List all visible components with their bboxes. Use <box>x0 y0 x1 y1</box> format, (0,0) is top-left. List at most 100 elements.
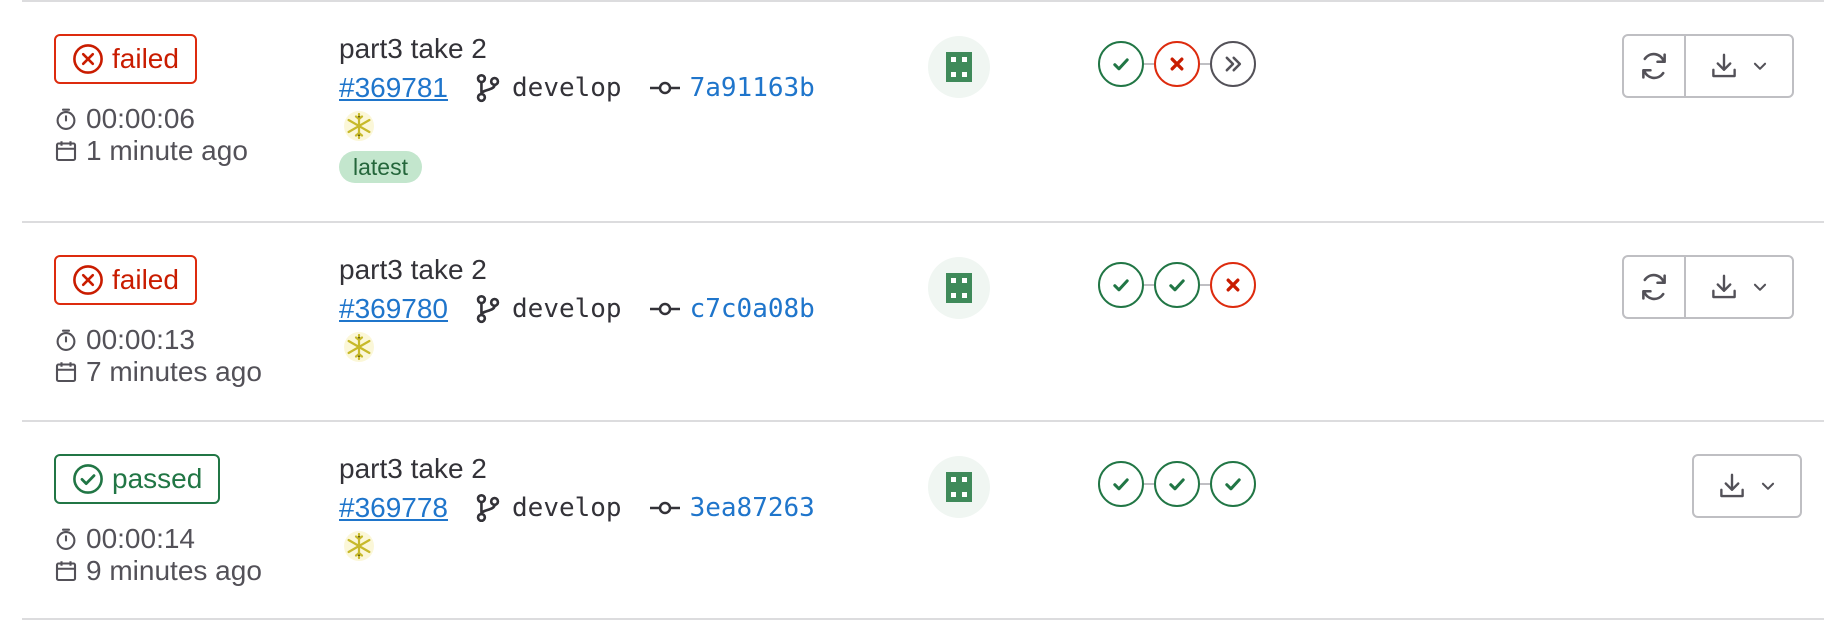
duration-value: 00:00:13 <box>86 324 195 355</box>
retry-button[interactable] <box>1622 255 1686 319</box>
retry-icon <box>1642 273 1666 301</box>
commit-title[interactable]: part3 take 2 <box>339 254 487 286</box>
avatar[interactable] <box>928 456 990 518</box>
row-actions <box>1622 255 1794 319</box>
check-icon <box>1169 478 1185 491</box>
stage-success[interactable] <box>1098 262 1144 308</box>
commit-sha-link[interactable]: 7a91163b <box>690 73 815 103</box>
status-badge[interactable]: failed <box>54 34 197 84</box>
pipeline-row: passed 00:00:14 9 minutes ago part3 take… <box>0 420 1836 620</box>
status-label: passed <box>112 463 203 494</box>
status-badge[interactable]: failed <box>54 255 197 305</box>
chevron-down-icon <box>1753 283 1767 291</box>
duration: 00:00:13 <box>54 324 195 356</box>
stage-failed[interactable] <box>1154 41 1200 87</box>
branch-name[interactable]: develop <box>512 294 622 324</box>
branch-icon <box>476 493 500 523</box>
snowflake-icon <box>344 332 374 362</box>
retry-icon <box>1642 52 1666 80</box>
stage-success[interactable] <box>1210 461 1256 507</box>
avatar[interactable] <box>928 257 990 319</box>
branch-icon <box>476 73 500 103</box>
ref-line: #369781 develop 7a91163b <box>339 72 815 104</box>
chevron-down-icon <box>1753 62 1767 70</box>
duration-value: 00:00:06 <box>86 103 195 134</box>
download-artifacts-dropdown[interactable] <box>1684 255 1794 319</box>
stage-connector <box>1144 63 1154 65</box>
finished-value: 1 minute ago <box>86 135 248 166</box>
x-circle-icon <box>73 44 103 74</box>
calendar-icon <box>55 141 77 162</box>
status-badge[interactable]: passed <box>54 454 221 504</box>
finished-value: 7 minutes ago <box>86 356 262 387</box>
commit-title[interactable]: part3 take 2 <box>339 453 487 485</box>
snowflake-icon <box>344 111 374 141</box>
timer-icon <box>56 329 76 351</box>
snowflake-icon <box>344 531 374 561</box>
row-divider <box>22 420 1824 422</box>
finished-time: 7 minutes ago <box>54 356 262 388</box>
pipeline-id-link[interactable]: #369781 <box>339 72 448 104</box>
calendar-icon <box>55 362 77 383</box>
avatar[interactable] <box>928 36 990 98</box>
stage-connector <box>1200 63 1210 65</box>
latest-badge: latest <box>339 151 422 183</box>
download-artifacts-dropdown[interactable] <box>1684 34 1794 98</box>
commit-icon <box>649 501 680 515</box>
commit-sha-link[interactable]: 3ea87263 <box>690 493 815 523</box>
row-divider <box>22 221 1824 223</box>
finished-time: 9 minutes ago <box>54 555 262 587</box>
stage-success[interactable] <box>1098 41 1144 87</box>
branch-name[interactable]: develop <box>512 73 622 103</box>
ref-line: #369778 develop 3ea87263 <box>339 492 815 524</box>
download-icon <box>1712 53 1736 78</box>
close-icon <box>1226 278 1240 292</box>
pipeline-id-link[interactable]: #369780 <box>339 293 448 325</box>
pipeline-stages <box>1098 262 1256 308</box>
check-icon <box>1169 279 1185 292</box>
check-circle-icon <box>73 464 103 494</box>
pipeline-stages <box>1098 41 1256 87</box>
download-icon <box>1712 274 1736 299</box>
check-icon <box>1113 279 1129 292</box>
check-icon <box>1113 478 1129 491</box>
download-icon <box>1720 473 1744 498</box>
finished-time: 1 minute ago <box>54 135 248 167</box>
stage-success[interactable] <box>1098 461 1144 507</box>
stage-success[interactable] <box>1154 461 1200 507</box>
avatar-identicon <box>928 456 990 518</box>
pipeline-stages <box>1098 461 1256 507</box>
status-label: failed <box>112 264 179 295</box>
stage-skipped[interactable] <box>1210 41 1256 87</box>
stage-connector <box>1200 483 1210 485</box>
commit-title[interactable]: part3 take 2 <box>339 33 487 65</box>
ref-line: #369780 develop c7c0a08b <box>339 293 815 325</box>
calendar-icon <box>55 561 77 582</box>
row-actions <box>1622 34 1794 98</box>
pipeline-row: failed 00:00:13 7 minutes ago part3 take… <box>0 221 1836 420</box>
duration-value: 00:00:14 <box>86 523 195 554</box>
stage-connector <box>1144 284 1154 286</box>
row-actions <box>1692 454 1802 518</box>
double-chevron-right-icon <box>1225 56 1242 72</box>
commit-sha-link[interactable]: c7c0a08b <box>690 294 815 324</box>
status-label: failed <box>112 43 179 74</box>
x-circle-icon <box>73 265 103 295</box>
row-divider <box>22 0 1824 2</box>
timer-icon <box>56 108 76 130</box>
retry-button[interactable] <box>1622 34 1686 98</box>
duration: 00:00:06 <box>54 103 195 135</box>
avatar-identicon <box>928 257 990 319</box>
check-icon <box>1225 478 1241 491</box>
timer-icon <box>56 528 76 550</box>
finished-value: 9 minutes ago <box>86 555 262 586</box>
stage-connector <box>1200 284 1210 286</box>
commit-icon <box>649 81 680 95</box>
stage-failed[interactable] <box>1210 262 1256 308</box>
stage-success[interactable] <box>1154 262 1200 308</box>
pipeline-id-link[interactable]: #369778 <box>339 492 448 524</box>
check-icon <box>1113 58 1129 71</box>
download-artifacts-dropdown[interactable] <box>1692 454 1802 518</box>
branch-name[interactable]: develop <box>512 493 622 523</box>
pipeline-row: failed 00:00:06 1 minute ago part3 take … <box>0 0 1836 199</box>
